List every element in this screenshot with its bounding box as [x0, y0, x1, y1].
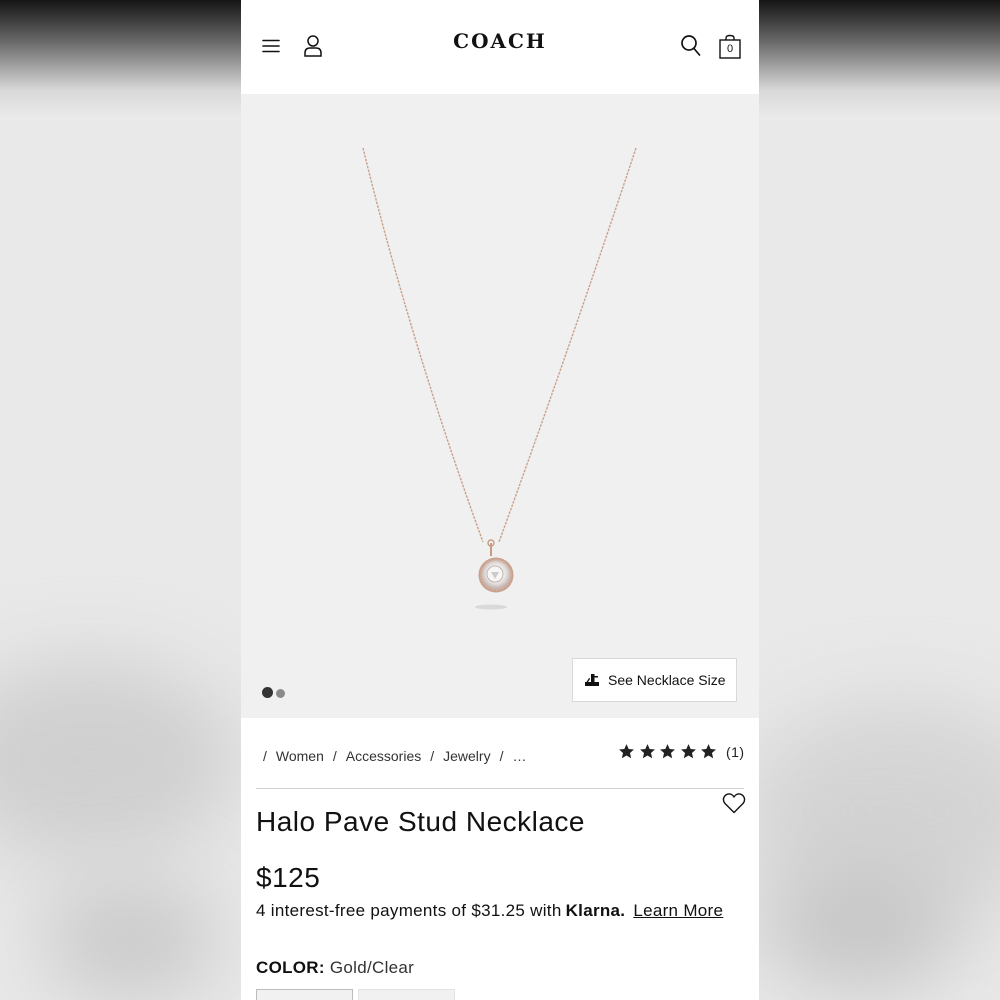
klarna-logo: Klarna. [565, 901, 626, 920]
product-image [362, 147, 637, 610]
mobile-page: COACH 0 See Necklace Size / Women / Acce… [241, 0, 759, 1000]
breadcrumb-accessories[interactable]: Accessories [346, 748, 421, 764]
carousel-dot-active[interactable] [262, 687, 273, 698]
breadcrumb-jewelry[interactable]: Jewelry [443, 748, 490, 764]
breadcrumb: / Women / Accessories / Jewelry / … [263, 748, 527, 764]
star-icon [619, 744, 634, 759]
color-swatch[interactable] [358, 989, 455, 1000]
divider [256, 788, 744, 789]
klarna-installments: 4 interest-free payments of $31.25 with K… [256, 901, 723, 921]
review-count: (1) [725, 743, 745, 760]
color-value: Gold/Clear [329, 958, 415, 977]
installments-text: 4 interest-free payments of $31.25 with [256, 901, 562, 920]
shopping-bag-icon[interactable]: 0 [718, 34, 742, 60]
color-selector-label: COLOR: Gold/Clear [256, 958, 414, 978]
star-icon [701, 744, 717, 759]
site-header: COACH 0 [241, 0, 759, 95]
star-icon [660, 744, 676, 759]
star-icon [680, 744, 696, 759]
breadcrumb-women[interactable]: Women [276, 748, 324, 764]
star-icon [639, 744, 655, 759]
heart-wishlist-icon[interactable] [722, 792, 746, 814]
color-label: COLOR: [256, 958, 325, 977]
color-swatch-selected[interactable] [256, 989, 353, 1000]
product-title: Halo Pave Stud Necklace [256, 806, 586, 837]
product-price: $125 [256, 862, 321, 893]
size-guide-icon [585, 674, 599, 686]
learn-more-link[interactable]: Learn More [633, 901, 723, 920]
product-rating[interactable]: (1) [618, 743, 745, 760]
see-necklace-size-button[interactable]: See Necklace Size [572, 658, 737, 702]
search-icon[interactable] [680, 34, 702, 58]
breadcrumb-more[interactable]: … [512, 748, 526, 764]
carousel-dot[interactable] [276, 689, 285, 698]
cart-count: 0 [726, 43, 734, 55]
size-button-label: See Necklace Size [608, 672, 726, 688]
product-gallery[interactable]: See Necklace Size [241, 94, 759, 718]
